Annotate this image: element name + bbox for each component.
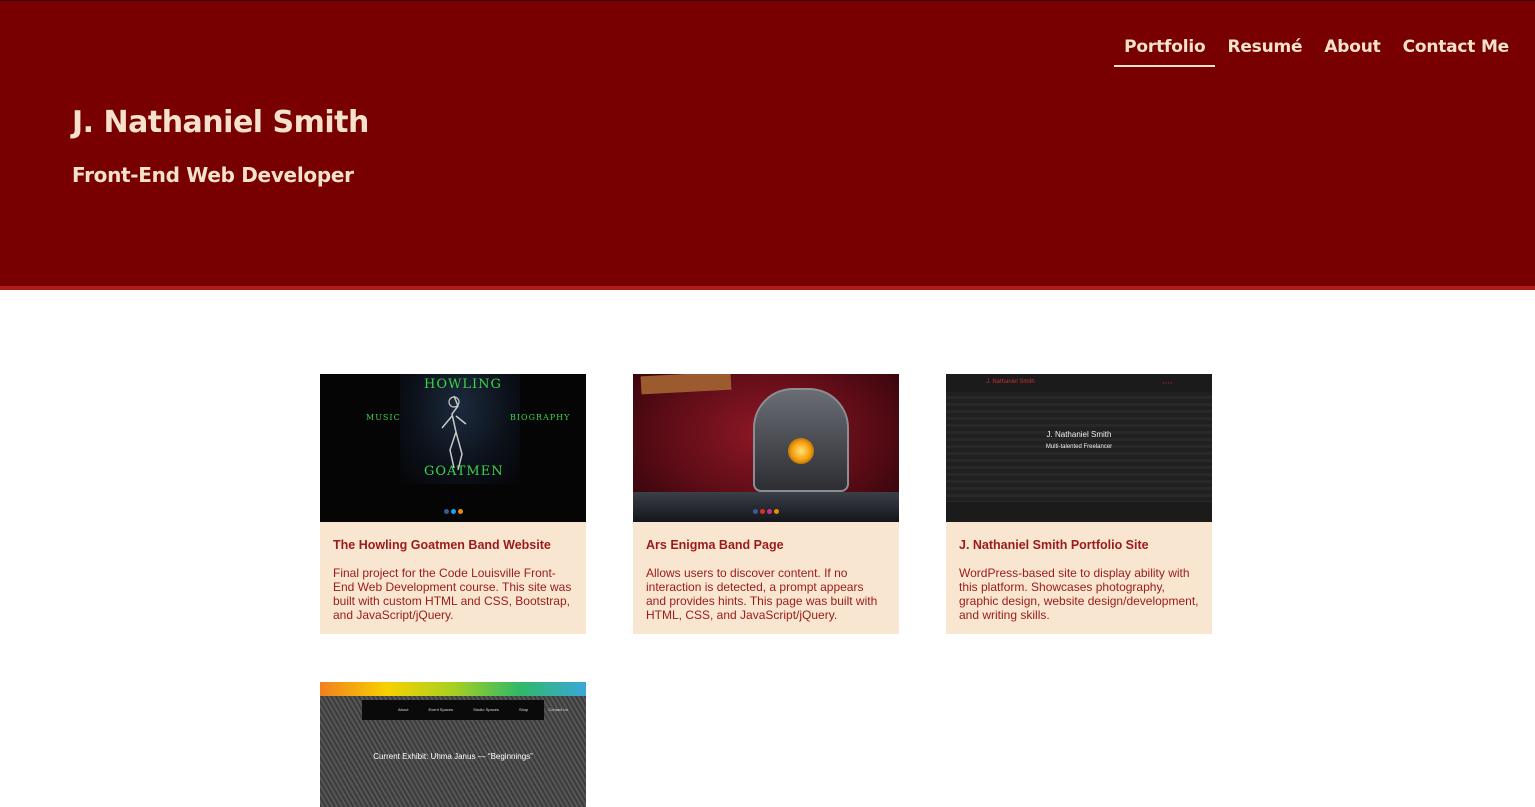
- thumbnail-nav-link: Event Spaces: [428, 707, 454, 712]
- social-icons: [633, 509, 899, 514]
- project-card-body: The Howling Goatmen Band Website Final p…: [320, 522, 586, 634]
- facebook-icon: [443, 509, 449, 514]
- project-description: Allows users to discover content. If no …: [646, 566, 878, 622]
- project-card-gallery[interactable]: About Event Spaces Studio Spaces Shop Co…: [320, 682, 586, 807]
- project-title[interactable]: Ars Enigma Band Page: [646, 538, 886, 552]
- thumbnail-nav-links: About Event Spaces Studio Spaces Shop Co…: [398, 707, 568, 712]
- thumbnail-name: J. Nathaniel Smith: [1046, 430, 1112, 439]
- thumbnail-nav-link: Shop: [518, 707, 529, 712]
- site-subtitle: Front-End Web Developer: [72, 163, 354, 187]
- thumbnail-biography-link: BIOGRAPHY: [510, 413, 571, 422]
- thumbnail-brand: J. Nathaniel Smith: [986, 379, 1035, 385]
- project-thumbnail-howling-goatmen[interactable]: HOWLING MUSIC BIOGRAPHY GOATMEN: [320, 374, 586, 522]
- project-title[interactable]: J. Nathaniel Smith Portfolio Site: [959, 538, 1199, 552]
- project-title[interactable]: The Howling Goatmen Band Website: [333, 538, 573, 552]
- thumbnail-heading-top: HOWLING: [424, 377, 502, 392]
- project-card-portfolio-site[interactable]: J. Nathaniel Smith ▪ ▪ ▪ ▪ J. Nathaniel …: [946, 374, 1212, 634]
- site-title: J. Nathaniel Smith: [72, 105, 369, 140]
- project-description: Final project for the Code Louisville Fr…: [333, 566, 572, 622]
- header-divider: [0, 286, 1535, 290]
- nav-contact-link[interactable]: Contact Me: [1393, 35, 1519, 67]
- thumbnail-nav-link: About: [398, 707, 409, 712]
- project-card-body: J. Nathaniel Smith Portfolio Site WordPr…: [946, 522, 1212, 634]
- thumbnail-floor: [633, 492, 899, 522]
- nav-about-link[interactable]: About: [1314, 35, 1390, 67]
- nav-portfolio-link[interactable]: Portfolio: [1114, 35, 1216, 67]
- project-thumbnail-portfolio-site[interactable]: J. Nathaniel Smith ▪ ▪ ▪ ▪ J. Nathaniel …: [946, 374, 1212, 522]
- facebook-icon: [753, 509, 758, 514]
- youtube-icon: [760, 509, 765, 514]
- project-card-body: Ars Enigma Band Page Allows users to dis…: [633, 522, 899, 634]
- thumbnail-mini-nav: ▪ ▪ ▪ ▪: [1162, 380, 1172, 385]
- thumbnail-music-link: MUSIC: [366, 413, 401, 422]
- thumbnail-nav-link: Contact Us: [548, 707, 569, 712]
- project-thumbnail-gallery[interactable]: About Event Spaces Studio Spaces Shop Co…: [320, 682, 586, 807]
- rss-icon: [774, 509, 779, 514]
- social-icons: [320, 509, 586, 514]
- project-card-howling-goatmen[interactable]: HOWLING MUSIC BIOGRAPHY GOATMEN The Howl…: [320, 374, 586, 634]
- project-card-ars-enigma[interactable]: Ars Enigma Band Page Allows users to dis…: [633, 374, 899, 634]
- radio-dial-icon: [788, 438, 814, 464]
- site-header: Portfolio Resumé About Contact Me J. Nat…: [0, 0, 1535, 286]
- rss-icon: [457, 509, 463, 514]
- thumbnail-wood-sign: [640, 374, 732, 395]
- thumbnail-headline: Current Exhibit: Uhma Janus — “Beginning…: [373, 752, 533, 761]
- twitter-icon: [450, 509, 456, 514]
- project-thumbnail-ars-enigma[interactable]: [633, 374, 899, 522]
- thumbnail-tagline: Multi-talented Freelancer: [1045, 444, 1113, 450]
- project-description: WordPress-based site to display ability …: [959, 566, 1199, 622]
- thumbnail-rainbow-bar: [320, 682, 586, 696]
- nav-resume-link[interactable]: Resumé: [1217, 35, 1312, 67]
- instagram-icon: [767, 509, 772, 514]
- goatman-figure-icon: [441, 395, 467, 471]
- main-nav: Portfolio Resumé About Contact Me: [1112, 35, 1519, 67]
- thumbnail-nav-link: Studio Spaces: [473, 707, 499, 712]
